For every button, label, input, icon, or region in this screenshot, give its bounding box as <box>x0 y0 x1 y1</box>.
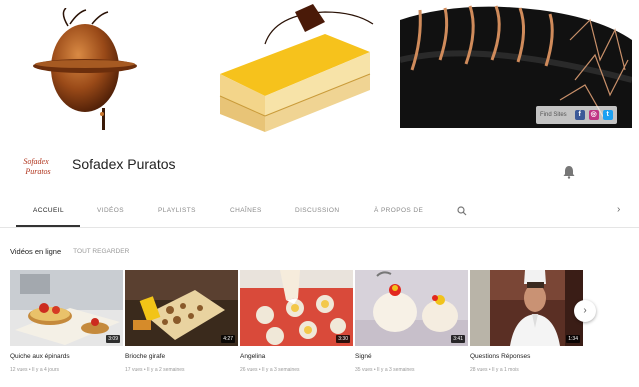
video-shelf: 3:09 Quiche aux épinards 12 vues • Il y … <box>10 270 585 382</box>
video-meta: 12 vues • Il y a 4 jours <box>10 367 59 373</box>
channel-logo-line1: Sofadex <box>23 157 49 166</box>
video-thumbnail[interactable]: 1:34 <box>470 270 583 346</box>
mango-cake-image <box>219 4 374 132</box>
tab-videos[interactable]: VIDÉOS <box>97 207 124 214</box>
video-duration: 3:41 <box>451 335 465 343</box>
play-all-link[interactable]: TOUT REGARDER <box>73 248 129 255</box>
channel-tabs: ACCUEIL VIDÉOS PLAYLISTS CHAÎNES DISCUSS… <box>0 198 639 228</box>
video-title[interactable]: Angelina <box>240 353 353 360</box>
section-header: Vidéos en ligne TOUT REGARDER <box>10 244 129 258</box>
video-card[interactable]: 1:34 Questions Réponses 28 vues • Il y a… <box>470 270 583 373</box>
chocolate-egg-image <box>33 8 137 130</box>
video-card[interactable]: 4:27 Brioche girafe 17 vues • Il y a 2 s… <box>125 270 238 373</box>
tab-chaines[interactable]: CHAÎNES <box>230 207 262 214</box>
video-duration: 1:34 <box>566 335 580 343</box>
instagram-icon[interactable]: ◎ <box>588 110 599 120</box>
tab-playlists[interactable]: PLAYLISTS <box>158 207 196 214</box>
social-links: Find Sites f ◎ t <box>536 106 617 124</box>
video-thumbnail[interactable]: 3:30 <box>240 270 353 346</box>
channel-logo-line2: Puratos <box>24 167 50 176</box>
carousel-next-chevron-icon[interactable]: › <box>574 300 596 322</box>
channel-avatar[interactable]: Sofadex Puratos <box>14 150 58 182</box>
section-title: Vidéos en ligne <box>10 246 62 256</box>
active-tab-indicator <box>16 225 80 227</box>
channel-header: Sofadex Puratos Sofadex Puratos <box>0 140 639 190</box>
video-thumbnail[interactable]: 4:27 <box>125 270 238 346</box>
video-meta: 35 vues • Il y a 3 semaines <box>355 367 415 373</box>
tab-a-propos[interactable]: À PROPOS DE <box>374 207 423 214</box>
channel-banner: Find Sites f ◎ t <box>0 0 639 134</box>
video-meta: 26 vues • Il y a 3 semaines <box>240 367 300 373</box>
video-card[interactable]: 3:09 Quiche aux épinards 12 vues • Il y … <box>10 270 123 373</box>
video-title[interactable]: Questions Réponses <box>470 353 583 360</box>
video-title[interactable]: Signé <box>355 353 468 360</box>
tab-discussion[interactable]: DISCUSSION <box>295 207 339 214</box>
video-duration: 3:09 <box>106 335 120 343</box>
video-meta: 17 vues • Il y a 2 semaines <box>125 367 185 373</box>
video-thumbnail[interactable]: 3:41 <box>355 270 468 346</box>
channel-name: Sofadex Puratos <box>72 156 176 172</box>
tab-accueil[interactable]: ACCUEIL <box>33 207 64 214</box>
video-card[interactable]: 3:41 Signé 35 vues • Il y a 3 semaines <box>355 270 468 373</box>
video-title[interactable]: Brioche girafe <box>125 353 238 360</box>
tabs-next-chevron-icon[interactable]: › <box>617 204 620 215</box>
video-duration: 3:30 <box>336 335 350 343</box>
social-links-label: Find Sites <box>540 112 567 118</box>
notification-bell-icon[interactable] <box>562 165 576 179</box>
facebook-icon[interactable]: f <box>574 110 585 120</box>
video-card[interactable]: 3:30 Angelina 26 vues • Il y a 3 semaine… <box>240 270 353 373</box>
search-icon[interactable] <box>457 206 467 216</box>
twitter-icon[interactable]: t <box>602 110 613 120</box>
video-thumbnail[interactable]: 3:09 <box>10 270 123 346</box>
video-duration: 4:27 <box>221 335 235 343</box>
video-title[interactable]: Quiche aux épinards <box>10 353 123 360</box>
video-meta: 28 vues • Il y a 1 mois <box>470 367 519 373</box>
